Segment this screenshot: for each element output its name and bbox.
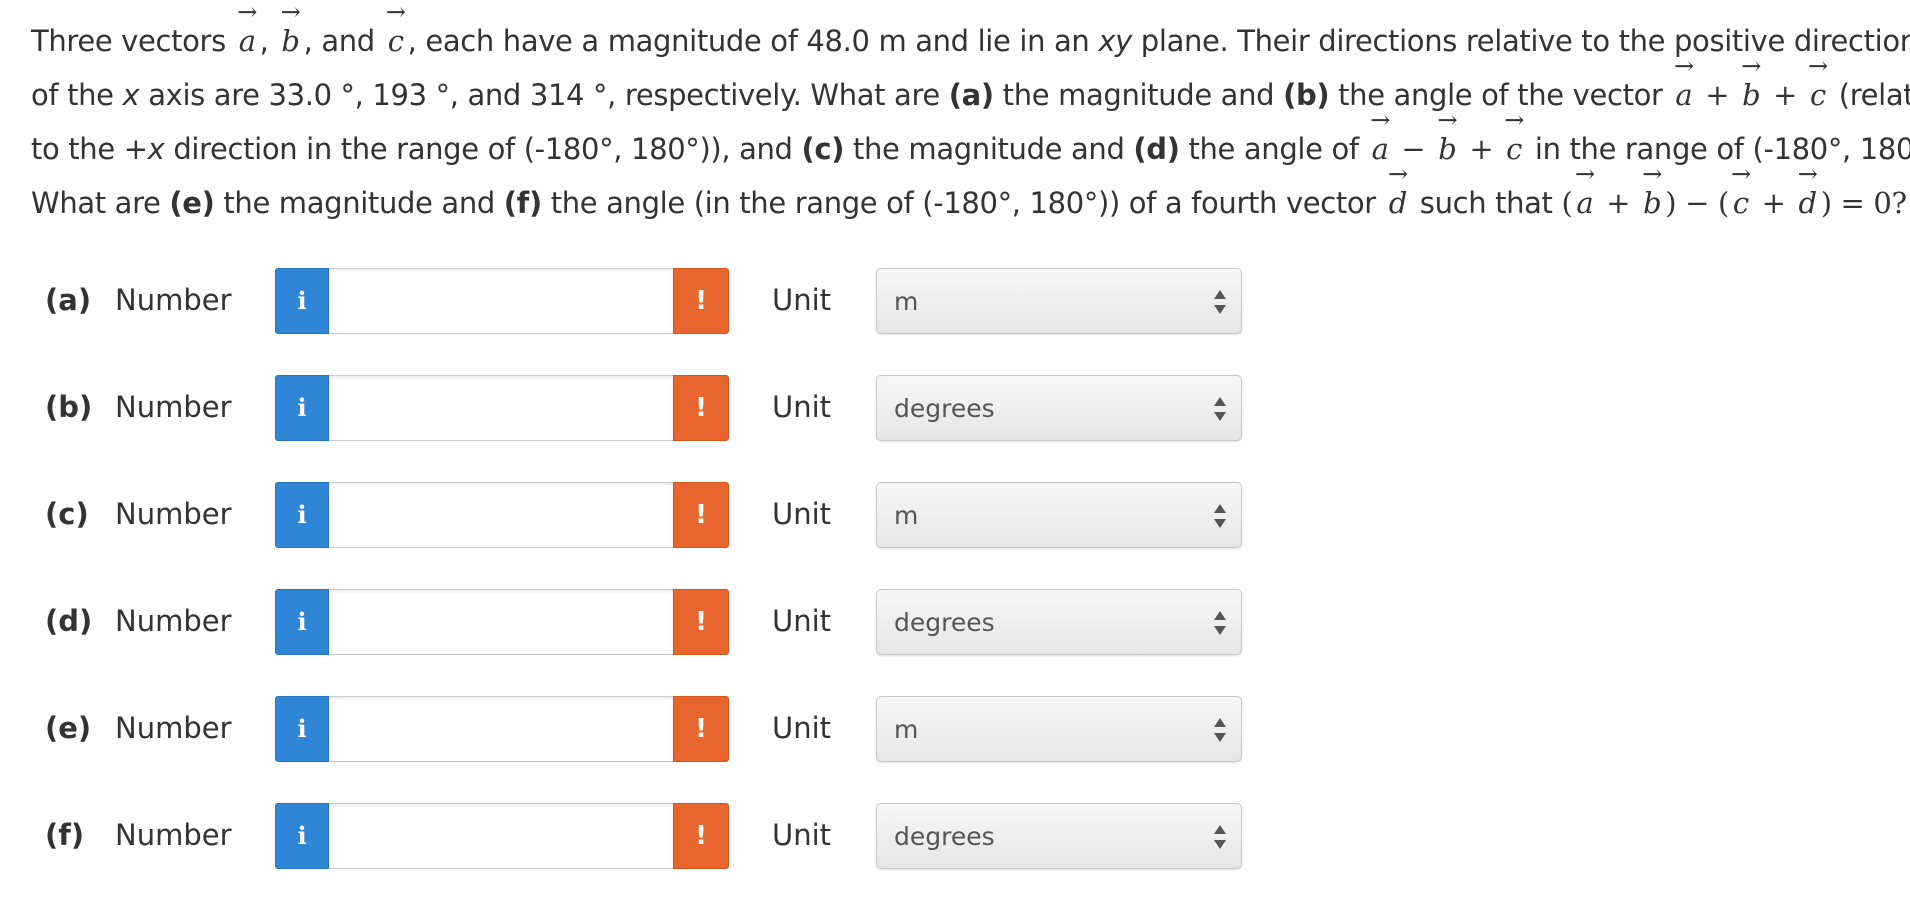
question-line-1: Three vectors → a, → b, and → c, each have … xyxy=(31,0,1910,68)
unit-select-d[interactable]: degrees xyxy=(876,589,1242,655)
unit-label: Unit xyxy=(772,711,832,745)
vector-b: → b xyxy=(1738,54,1764,122)
up-down-arrows-icon xyxy=(1214,504,1226,528)
number-label: Number xyxy=(115,283,232,317)
number-input-c[interactable] xyxy=(329,482,673,548)
part-label: (d) xyxy=(45,604,93,638)
info-icon[interactable]: i xyxy=(275,803,329,869)
answer-row-b: (b) Number i ! Unit degrees xyxy=(45,375,1245,441)
vector-arrow: → xyxy=(1504,106,1524,134)
unit-label: Unit xyxy=(772,818,832,852)
up-down-arrows-icon xyxy=(1214,290,1226,314)
part-label: (a) xyxy=(45,283,92,317)
number-label: Number xyxy=(115,711,232,745)
vector-d: → d xyxy=(1795,162,1821,230)
vector-b: → b xyxy=(1434,108,1460,176)
vector-d: → d xyxy=(1385,162,1411,230)
vector-c: → c xyxy=(1806,54,1830,122)
part-label: (c) xyxy=(45,497,89,531)
vector-arrow: → xyxy=(1370,106,1390,134)
unit-select-e[interactable]: m xyxy=(876,696,1242,762)
vector-arrow: → xyxy=(280,0,301,26)
answer-row-a: (a) Number i ! Unit m xyxy=(45,268,1245,334)
vector-arrow: → xyxy=(385,0,406,26)
unit-select-b[interactable]: degrees xyxy=(876,375,1242,441)
number-input-f[interactable] xyxy=(329,803,673,869)
unit-label: Unit xyxy=(772,283,832,317)
up-down-arrows-icon xyxy=(1214,825,1226,849)
unit-value: degrees xyxy=(894,394,995,423)
unit-value: m xyxy=(894,287,919,316)
vector-arrow: → xyxy=(1730,160,1751,188)
number-input-e[interactable] xyxy=(329,696,673,762)
up-down-arrows-icon xyxy=(1214,397,1226,421)
vector-arrow: → xyxy=(1797,160,1818,188)
vector-b: → b xyxy=(277,0,303,68)
answer-row-e: (e) Number i ! Unit m xyxy=(45,696,1245,762)
unit-value: m xyxy=(894,715,919,744)
question-line-4: What are (e) the magnitude and (f) the a… xyxy=(31,162,1907,230)
info-icon[interactable]: i xyxy=(275,589,329,655)
exclamation-icon[interactable]: ! xyxy=(673,589,729,655)
info-icon[interactable]: i xyxy=(275,268,329,334)
number-input-b[interactable] xyxy=(329,375,673,441)
vector-b: → b xyxy=(1639,162,1665,230)
exclamation-icon[interactable]: ! xyxy=(673,375,729,441)
vector-arrow: → xyxy=(1387,160,1408,188)
vector-a: → a xyxy=(1572,162,1597,230)
number-input-d[interactable] xyxy=(329,589,673,655)
part-label: (e) xyxy=(45,711,92,745)
question-line-3: to the +x direction in the range of (-18… xyxy=(31,108,1910,176)
exclamation-icon[interactable]: ! xyxy=(673,696,729,762)
part-label: (b) xyxy=(45,390,93,424)
answer-row-f: (f) Number i ! Unit degrees xyxy=(45,803,1245,869)
vector-arrow: → xyxy=(237,0,258,26)
unit-select-c[interactable]: m xyxy=(876,482,1242,548)
question-page: Three vectors → a, → b, and → c, each have … xyxy=(0,0,1910,920)
vector-arrow: → xyxy=(1437,106,1458,134)
vector-c: → c xyxy=(1729,162,1753,230)
unit-value: m xyxy=(894,501,919,530)
vector-a: → a xyxy=(235,0,260,68)
number-label: Number xyxy=(115,497,232,531)
unit-value: degrees xyxy=(894,822,995,851)
info-icon[interactable]: i xyxy=(275,482,329,548)
vector-a: → a xyxy=(1671,54,1696,122)
exclamation-icon[interactable]: ! xyxy=(673,268,729,334)
up-down-arrows-icon xyxy=(1214,611,1226,635)
number-label: Number xyxy=(115,818,232,852)
question-text: Three vectors → a, → b, and → c, each have … xyxy=(31,0,1910,230)
vector-c: → c xyxy=(1502,108,1526,176)
vector-arrow: → xyxy=(1808,52,1828,80)
answer-row-d: (d) Number i ! Unit degrees xyxy=(45,589,1245,655)
unit-value: degrees xyxy=(894,608,995,637)
unit-label: Unit xyxy=(772,390,832,424)
vector-arrow: → xyxy=(1642,160,1663,188)
number-label: Number xyxy=(115,604,232,638)
number-label: Number xyxy=(115,390,232,424)
unit-label: Unit xyxy=(772,497,832,531)
part-label: (f) xyxy=(45,818,85,852)
vector-c: → c xyxy=(384,0,408,68)
unit-select-f[interactable]: degrees xyxy=(876,803,1242,869)
up-down-arrows-icon xyxy=(1214,718,1226,742)
question-line-2: of the x axis are 33.0 °, 193 °, and 314… xyxy=(31,54,1910,122)
vector-arrow: → xyxy=(1741,52,1762,80)
info-icon[interactable]: i xyxy=(275,696,329,762)
info-icon[interactable]: i xyxy=(275,375,329,441)
exclamation-icon[interactable]: ! xyxy=(673,803,729,869)
exclamation-icon[interactable]: ! xyxy=(673,482,729,548)
unit-select-a[interactable]: m xyxy=(876,268,1242,334)
answer-row-c: (c) Number i ! Unit m xyxy=(45,482,1245,548)
vector-arrow: → xyxy=(1674,52,1694,80)
vector-arrow: → xyxy=(1575,160,1595,188)
unit-label: Unit xyxy=(772,604,832,638)
number-input-a[interactable] xyxy=(329,268,673,334)
